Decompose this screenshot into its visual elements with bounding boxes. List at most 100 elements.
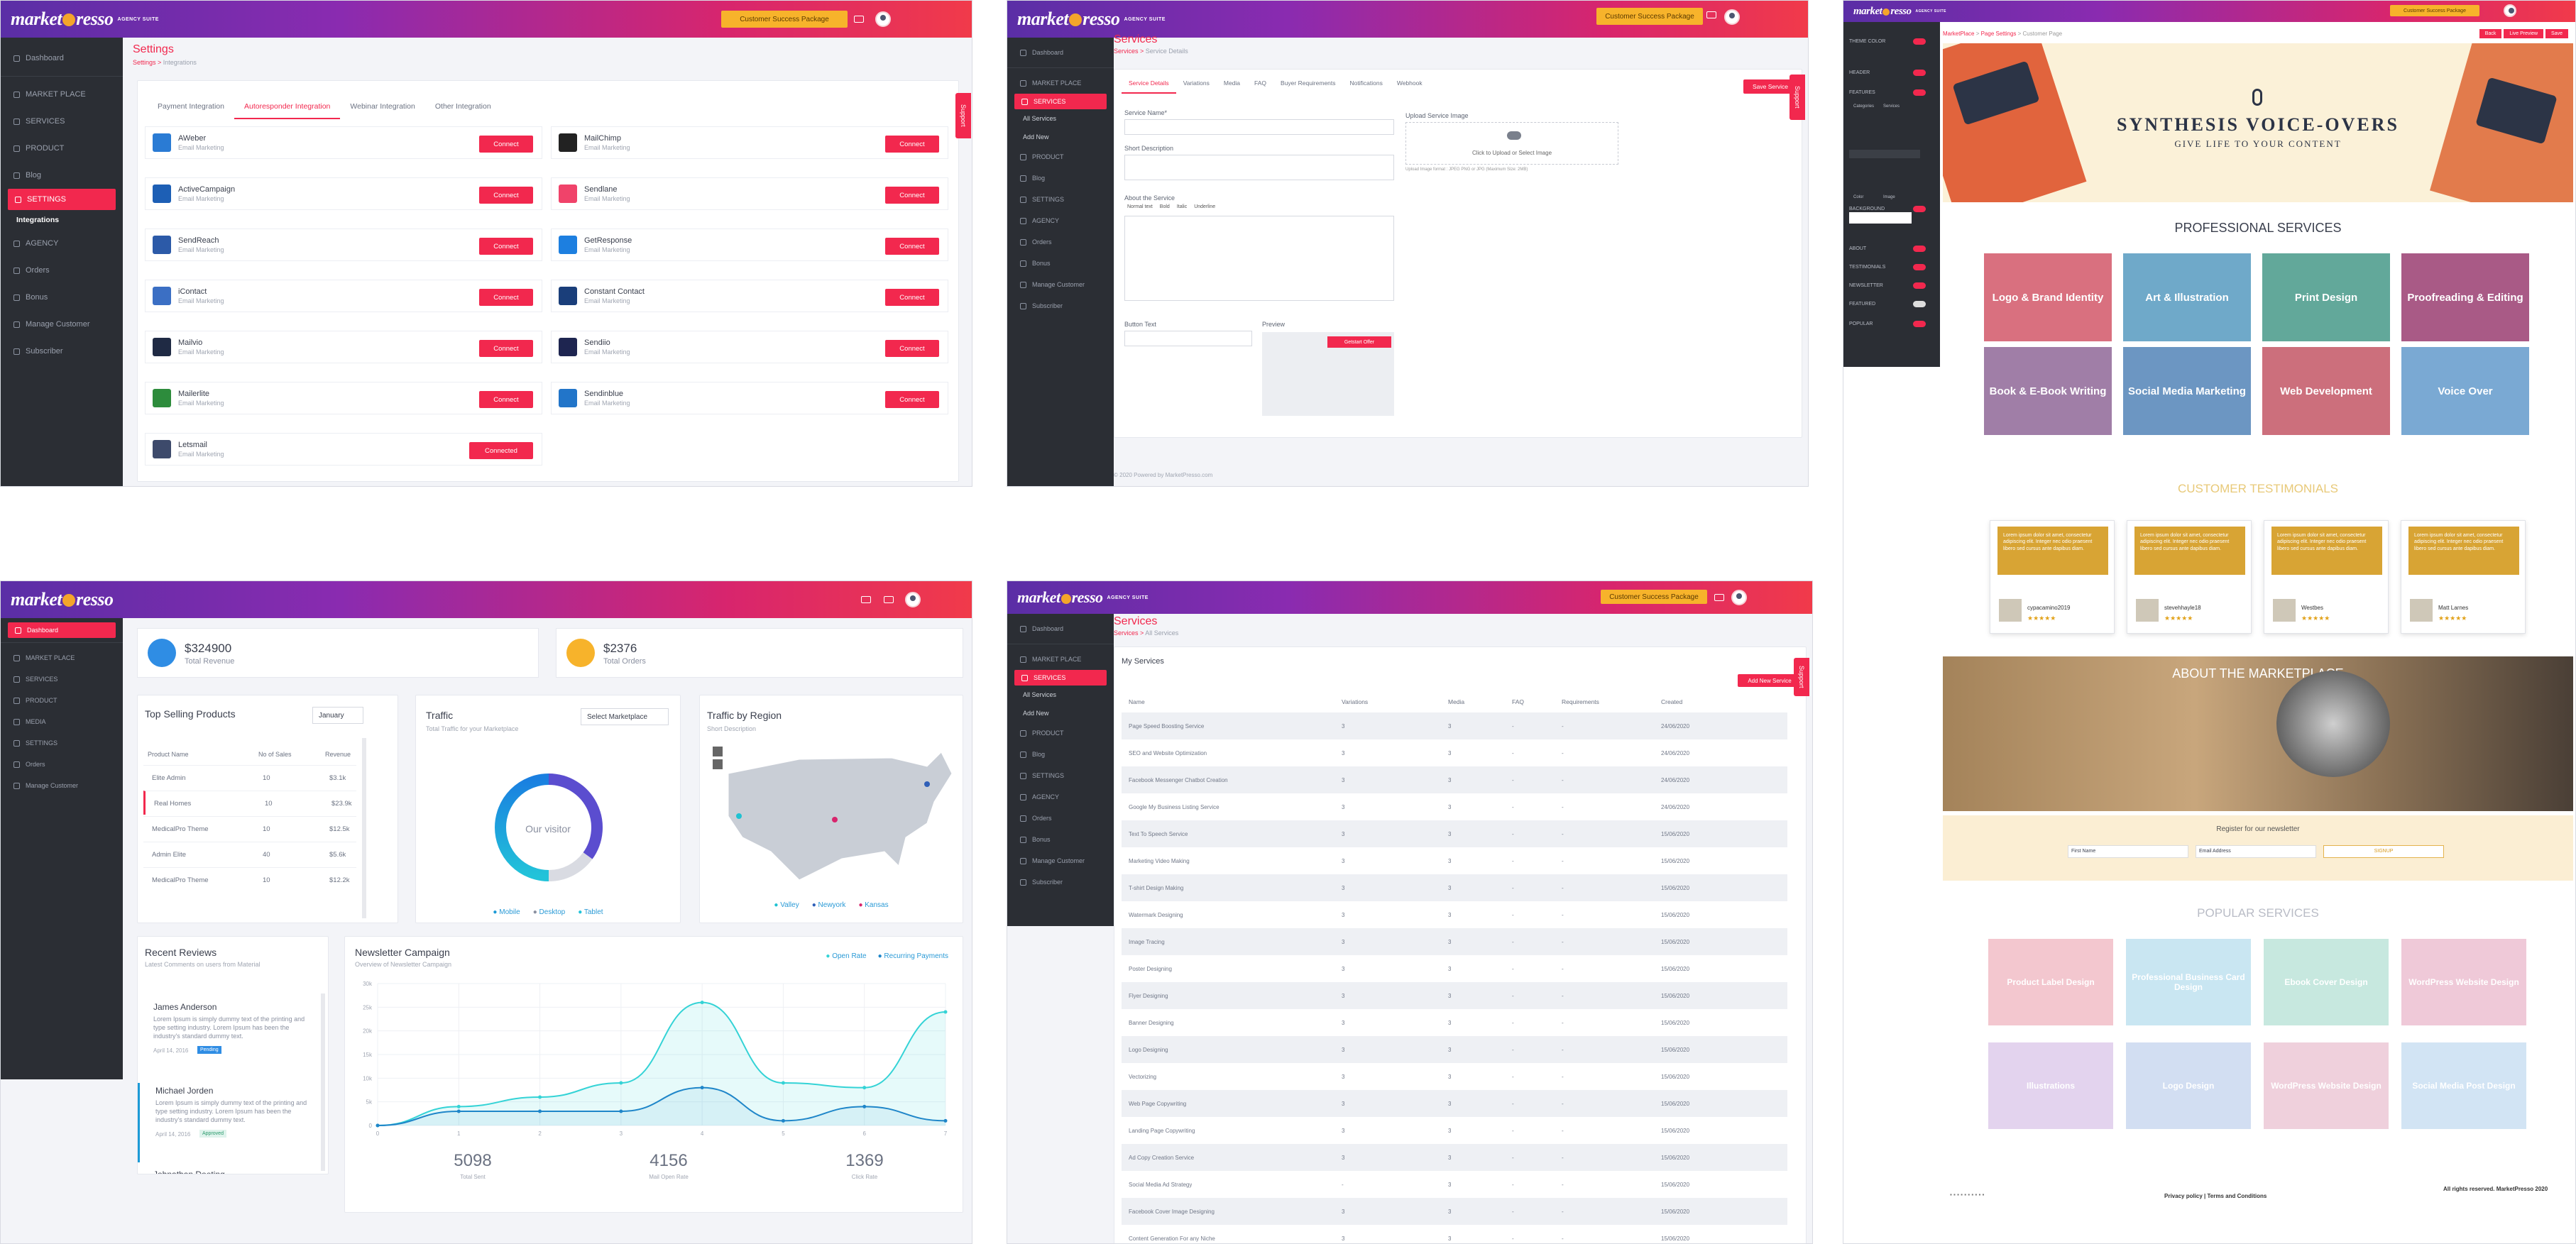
sidebar-item-subscriber[interactable]: Subscriber xyxy=(1007,295,1114,316)
popular-tile-wordpress-website-design[interactable]: WordPress Website Design xyxy=(2401,939,2526,1025)
setting-featured-toggle[interactable] xyxy=(1913,301,1926,307)
sidebar-item-settings[interactable]: SETTINGS xyxy=(8,189,116,210)
button-text-input[interactable] xyxy=(1124,331,1252,346)
review-item[interactable]: Michael Jorden Lorem Ipsum is simply dumm… xyxy=(138,1083,321,1162)
table-row[interactable]: Landing Page Copywriting 3 3 - - 15/06/2020 xyxy=(1122,1117,1787,1144)
scrollbar[interactable] xyxy=(362,738,366,918)
tab-notifications[interactable]: Notifications xyxy=(1343,74,1390,94)
table-row[interactable]: Real Homes 10 $23.9k xyxy=(143,791,356,815)
tab-service-details[interactable]: Service Details xyxy=(1122,74,1176,94)
setting-header-toggle[interactable] xyxy=(1913,70,1926,76)
email-input[interactable]: Email Address xyxy=(2196,845,2316,858)
table-row[interactable]: Web Page Copywriting 3 3 - - 15/06/2020 xyxy=(1122,1090,1787,1117)
brand-logo[interactable]: market resso xyxy=(11,589,114,610)
connect-button[interactable]: Connect xyxy=(479,238,533,255)
sidebar-item-bonus[interactable]: Bonus xyxy=(1007,253,1114,274)
chat-icon[interactable] xyxy=(861,596,871,603)
tab-webinar-integration[interactable]: Webinar Integration xyxy=(340,95,424,119)
sidebar-item-orders[interactable]: Orders xyxy=(1007,231,1114,253)
brand-logo[interactable]: market resso xyxy=(1017,9,1120,30)
about-service-editor[interactable] xyxy=(1124,216,1394,301)
popular-tile-product-label-design[interactable]: Product Label Design xyxy=(1988,939,2113,1025)
brand-logo[interactable]: market resso xyxy=(11,9,114,30)
avatar[interactable] xyxy=(875,11,891,27)
popular-tile-wordpress-website-design[interactable]: WordPress Website Design xyxy=(2264,1042,2389,1129)
sidebar-item-settings[interactable]: SETTINGS xyxy=(1,732,123,754)
review-item[interactable]: James Anderson Lorem Ipsum is simply dumm… xyxy=(138,999,321,1079)
option-services[interactable]: Services xyxy=(1883,104,1900,109)
marketplace-select[interactable]: Select Marketplace xyxy=(581,708,669,725)
service-tile-voice-over[interactable]: Voice Over xyxy=(2401,347,2529,435)
connect-button[interactable]: Connect xyxy=(479,289,533,306)
option-color[interactable]: Color xyxy=(1853,195,1863,199)
sidebar-item-dashboard[interactable]: Dashboard xyxy=(1007,618,1114,639)
support-tab[interactable]: Support xyxy=(955,93,971,138)
option-image[interactable]: Image xyxy=(1883,195,1895,199)
sidebar-item-blog[interactable]: Blog xyxy=(1007,167,1114,189)
avatar[interactable] xyxy=(905,592,921,607)
sidebar-item-settings[interactable]: SETTINGS xyxy=(1007,765,1114,786)
popular-tile-ebook-cover-design[interactable]: Ebook Cover Design xyxy=(2264,939,2389,1025)
sidebar-item-dashboard[interactable]: Dashboard xyxy=(8,622,116,638)
table-row[interactable]: Elite Admin 10 $3.1k xyxy=(143,765,356,789)
sidebar-item-dashboard[interactable]: Dashboard xyxy=(1,45,123,72)
avatar[interactable] xyxy=(1731,590,1747,605)
service-tile-proofreading-editing[interactable]: Proofreading & Editing xyxy=(2401,253,2529,341)
setting-newsletter-toggle[interactable] xyxy=(1913,282,1926,289)
sidebar-item-add-new[interactable]: Add New xyxy=(1007,128,1114,146)
tab-autoresponder-integration[interactable]: Autoresponder Integration xyxy=(234,95,341,119)
customer-success-package-button[interactable]: Customer Success Package xyxy=(2390,5,2479,16)
table-row[interactable]: Image Tracing 3 3 - - 15/06/2020 xyxy=(1122,928,1787,955)
connected-button[interactable]: Connected xyxy=(469,442,533,459)
sidebar-item-all-services[interactable]: All Services xyxy=(1007,109,1114,128)
table-row[interactable]: Social Media Ad Strategy - 3 - - 15/06/2020 xyxy=(1122,1171,1787,1198)
table-row[interactable]: Poster Designing 3 3 - - 15/06/2020 xyxy=(1122,955,1787,982)
sidebar-item-dashboard[interactable]: Dashboard xyxy=(1007,42,1114,63)
sidebar-item-manage-customer[interactable]: Manage Customer xyxy=(1007,274,1114,295)
signup-button[interactable]: SIGNUP xyxy=(2323,845,2444,858)
short-description-input[interactable] xyxy=(1124,155,1394,180)
sidebar-item-all-services[interactable]: All Services xyxy=(1007,686,1114,704)
setting-popular-toggle[interactable] xyxy=(1913,321,1926,327)
connect-button[interactable]: Connect xyxy=(885,187,939,204)
sidebar-item-subscriber[interactable]: Subscriber xyxy=(1007,871,1114,893)
support-tab[interactable]: Support xyxy=(1790,75,1805,120)
footer-links[interactable]: Privacy policy | Terms and Conditions xyxy=(2164,1193,2267,1199)
tab-media[interactable]: Media xyxy=(1217,74,1247,94)
table-row[interactable]: Content Generation For any Niche 3 3 - - 15/0… xyxy=(1122,1225,1787,1243)
connect-button[interactable]: Connect xyxy=(479,391,533,408)
mail-icon[interactable] xyxy=(1706,11,1716,18)
sidebar-item-manage-customer[interactable]: Manage Customer xyxy=(1,311,123,338)
table-row[interactable]: Watermark Designing 3 3 - - 15/06/2020 xyxy=(1122,901,1787,928)
popular-tile-social-media-post-design[interactable]: Social Media Post Design xyxy=(2401,1042,2526,1129)
table-row[interactable]: Facebook Messenger Chatbot Creation 3 3 - - 2… xyxy=(1122,766,1787,793)
sidebar-item-orders[interactable]: Orders xyxy=(1007,808,1114,829)
support-tab[interactable]: Support xyxy=(1794,658,1809,696)
popular-tile-illustrations[interactable]: Illustrations xyxy=(1988,1042,2113,1129)
customer-success-package-button[interactable]: Customer Success Package xyxy=(721,11,848,28)
table-row[interactable]: T-shirt Design Making 3 3 - - 15/06/2020 xyxy=(1122,874,1787,901)
sidebar-item-media[interactable]: MEDIA xyxy=(1,711,123,732)
sidebar-item-manage-customer[interactable]: Manage Customer xyxy=(1007,850,1114,871)
color-swatch[interactable] xyxy=(1849,212,1912,224)
tab-variations[interactable]: Variations xyxy=(1176,74,1217,94)
brand-logo[interactable]: market resso xyxy=(1017,588,1103,607)
month-select[interactable]: January xyxy=(312,707,363,724)
customer-success-package-button[interactable]: Customer Success Package xyxy=(1596,8,1703,25)
editor-bold-tool[interactable]: Bold xyxy=(1160,204,1170,214)
service-tile-social-media-marketing[interactable]: Social Media Marketing xyxy=(2123,347,2251,435)
sidebar-item-settings[interactable]: SETTINGS xyxy=(1007,189,1114,210)
service-tile-print-design[interactable]: Print Design xyxy=(2262,253,2390,341)
service-tile-logo-brand-identity[interactable]: Logo & Brand Identity xyxy=(1984,253,2112,341)
tab-webhook[interactable]: Webhook xyxy=(1390,74,1430,94)
sidebar-item-market-place[interactable]: MARKET PLACE xyxy=(1007,72,1114,94)
connect-button[interactable]: Connect xyxy=(885,340,939,357)
sidebar-item-services[interactable]: SERVICES xyxy=(1014,94,1107,109)
mail-icon[interactable] xyxy=(854,16,864,23)
connect-button[interactable]: Connect xyxy=(479,136,533,153)
setting-features-toggle[interactable] xyxy=(1913,89,1926,96)
tab-faq[interactable]: FAQ xyxy=(1247,74,1273,94)
service-tile-book-e-book-writing[interactable]: Book & E-Book Writing xyxy=(1984,347,2112,435)
back-button[interactable]: Back xyxy=(2479,29,2502,38)
first-name-input[interactable]: First Name xyxy=(2068,845,2188,858)
